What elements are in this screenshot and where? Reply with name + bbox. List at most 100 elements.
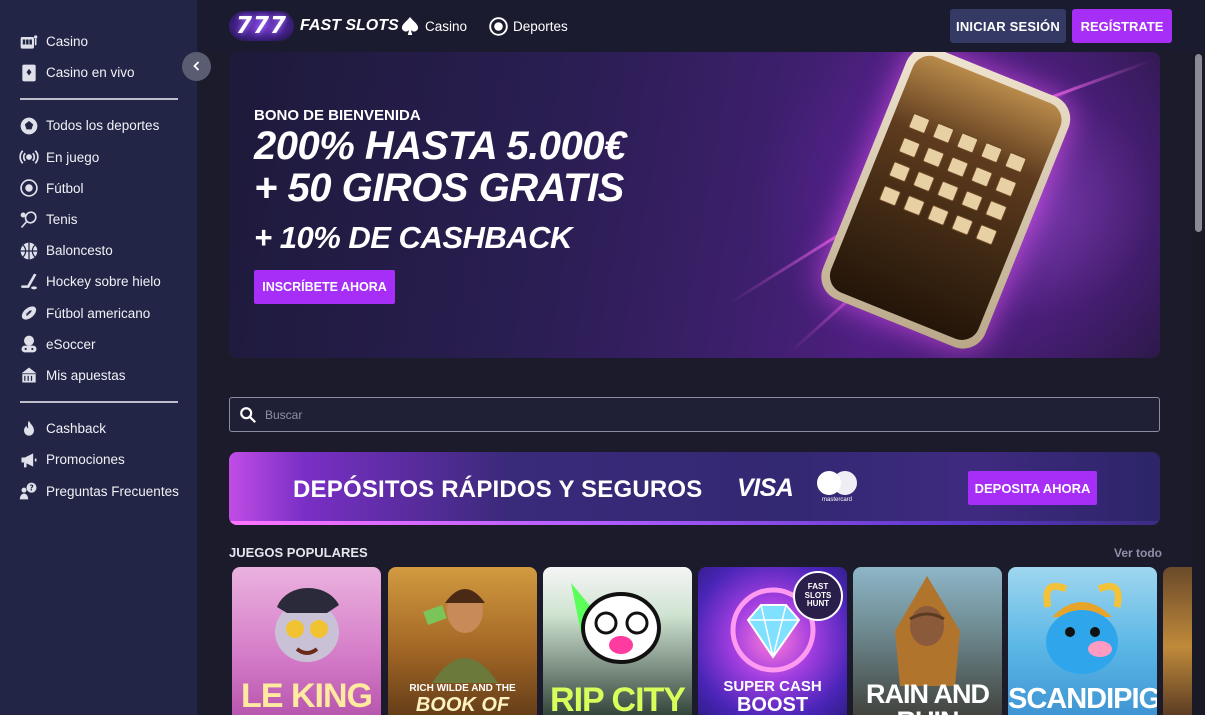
sidebar-divider	[20, 401, 178, 404]
banner-headline-3: + 10% DE CASHBACK	[254, 220, 572, 255]
basketball-icon	[18, 240, 40, 262]
popular-games-row: LE KING RICH WILDE AND THE BOOK OF DEAD …	[232, 567, 1192, 715]
game-title: LE KING	[241, 677, 373, 715]
sidebar-item-hockey-sobre-hielo[interactable]: Hockey sobre hielo	[18, 266, 197, 297]
live-icon	[18, 146, 40, 168]
sidebar-item-label: eSoccer	[46, 336, 96, 352]
deposit-title: DEPÓSITOS RÁPIDOS Y SEGUROS	[293, 476, 703, 503]
search-input[interactable]	[265, 407, 1159, 422]
deposit-now-button[interactable]: DEPOSITA AHORA	[968, 471, 1097, 505]
sidebar-item-casino[interactable]: Casino	[18, 26, 197, 57]
sidebar-item-promociones[interactable]: Promociones	[18, 444, 197, 475]
banner-headline-1: 200% HASTA 5.000€	[254, 124, 626, 168]
game-title: RIP CITY	[550, 681, 686, 715]
page-scrollbar[interactable]	[1192, 52, 1205, 715]
game-tile-book-of-dead[interactable]: RICH WILDE AND THE BOOK OF DEAD	[388, 567, 537, 715]
sidebar-item-cashback[interactable]: Cashback	[18, 413, 197, 444]
register-button[interactable]: REGÍSTRATE	[1072, 9, 1172, 43]
tennis-icon	[18, 209, 40, 231]
sidebar-item-label: Mis apuestas	[46, 367, 126, 383]
megaphone-icon	[18, 449, 40, 471]
game-tile-partial[interactable]	[1163, 567, 1192, 715]
bets-icon	[18, 364, 40, 386]
mastercard-logo: mastercard	[814, 471, 860, 507]
sidebar-divider	[20, 98, 178, 101]
sidebar-item-todos-los-deportes[interactable]: Todos los deportes	[18, 110, 197, 141]
esoccer-icon	[18, 333, 40, 355]
banner-kicker: BONO DE BIENVENIDA	[254, 107, 421, 124]
sidebar-item-label: Hockey sobre hielo	[46, 274, 161, 290]
sidebar-item-baloncesto[interactable]: Baloncesto	[18, 235, 197, 266]
see-all-link[interactable]: Ver todo	[1114, 546, 1162, 560]
sidebar-item-label: Baloncesto	[46, 243, 113, 259]
game-title: RAIN AND RUIN	[866, 679, 990, 715]
logo-text: FAST SLOTS	[300, 17, 399, 34]
sidebar-item-label: En juego	[46, 149, 100, 165]
logo[interactable]: 777 FAST SLOTS	[229, 8, 399, 44]
game-tile-le-king[interactable]: LE KING	[232, 567, 381, 715]
american-football-icon	[18, 302, 40, 324]
sidebar-item-futbol[interactable]: Fútbol	[18, 173, 197, 204]
sidebar-item-futbol-americano[interactable]: Fútbol americano	[18, 298, 197, 329]
sidebar: Casino Casino en vivo Todos los deportes…	[0, 0, 197, 715]
svg-text:?: ?	[29, 484, 33, 493]
top-nav-deportes[interactable]: Deportes	[487, 15, 568, 37]
game-subtitle: BOOST	[736, 694, 809, 715]
hockey-icon	[18, 271, 40, 293]
deposit-banner[interactable]: DEPÓSITOS RÁPIDOS Y SEGUROS VISA masterc…	[229, 452, 1160, 525]
game-tile-rain-and-ruin[interactable]: RAIN AND RUIN	[853, 567, 1002, 715]
search-bar[interactable]	[229, 397, 1160, 432]
mastercard-label: mastercard	[821, 497, 852, 503]
sidebar-casino-group: Casino Casino en vivo	[0, 0, 197, 88]
sidebar-item-label: Casino	[46, 34, 89, 50]
sidebar-item-mis-apuestas[interactable]: Mis apuestas	[18, 360, 197, 391]
sidebar-item-label: Fútbol americano	[46, 305, 151, 321]
game-title: SCANDIPIGS	[1008, 683, 1157, 715]
welcome-bonus-banner[interactable]: BONO DE BIENVENIDA 200% HASTA 5.000€ + 5…	[229, 52, 1160, 358]
slot-machine-icon	[18, 31, 40, 53]
sidebar-item-preguntas-frecuentes[interactable]: ? Preguntas Frecuentes	[18, 475, 197, 506]
sidebar-item-en-juego[interactable]: En juego	[18, 142, 197, 173]
spade-icon	[399, 15, 421, 37]
sidebar-item-label: Preguntas Frecuentes	[46, 483, 179, 499]
chevron-left-icon	[191, 59, 203, 75]
collapse-sidebar-button[interactable]	[182, 52, 211, 81]
top-nav-label: Casino	[425, 18, 468, 34]
top-nav-casino[interactable]: Casino	[399, 15, 467, 37]
soccer-ball-icon	[487, 15, 509, 37]
login-button[interactable]: INICIAR SESIÓN	[950, 9, 1066, 43]
sidebar-item-label: Casino en vivo	[46, 65, 135, 81]
soccer-ball-icon	[18, 177, 40, 199]
game-tile-scandipigs[interactable]: SCANDIPIGS	[1008, 567, 1157, 715]
sidebar-item-label: Fútbol	[46, 180, 84, 196]
signup-now-button[interactable]: INSCRÍBETE AHORA	[254, 270, 395, 304]
game-title: SUPER CASH	[723, 678, 822, 695]
banner-headline-2: + 50 GIROS GRATIS	[254, 166, 624, 210]
sidebar-item-label: Cashback	[46, 421, 107, 437]
game-subtitle: BOOK OF DEAD	[415, 694, 510, 715]
top-bar: 777 FAST SLOTS Casino Deportes INICIAR S…	[197, 0, 1205, 52]
sidebar-item-casino-en-vivo[interactable]: Casino en vivo	[18, 57, 197, 88]
flame-icon	[18, 418, 40, 440]
scrollbar-thumb[interactable]	[1195, 54, 1202, 232]
sidebar-sports-group: Todos los deportes En juego Fútbol Tenis…	[0, 110, 197, 391]
sidebar-promo-group: Cashback Promociones ? Preguntas Frecuen…	[0, 413, 197, 507]
visa-logo: VISA	[737, 474, 794, 502]
card-icon	[18, 62, 40, 84]
game-tile-rip-city[interactable]: RIP CITY	[543, 567, 692, 715]
popular-games-title: JUEGOS POPULARES	[229, 545, 368, 560]
search-icon	[239, 406, 257, 424]
game-title: RICH WILDE AND THE	[409, 683, 516, 694]
sidebar-item-esoccer[interactable]: eSoccer	[18, 329, 197, 360]
top-nav-label: Deportes	[513, 18, 568, 34]
hunt-badge: FAST SLOTS HUNT	[793, 571, 843, 621]
sidebar-item-tenis[interactable]: Tenis	[18, 204, 197, 235]
logo-777: 777	[229, 11, 295, 41]
sidebar-item-label: Todos los deportes	[46, 118, 160, 134]
faq-icon: ?	[18, 480, 40, 502]
deposit-banner-accent	[229, 521, 1160, 525]
game-tile-super-cash-boost[interactable]: FAST SLOTS HUNT SUPER CASH BOOST	[698, 567, 847, 715]
sports-icon	[18, 115, 40, 137]
sidebar-item-label: Promociones	[46, 452, 125, 468]
sidebar-item-label: Tenis	[46, 212, 78, 228]
